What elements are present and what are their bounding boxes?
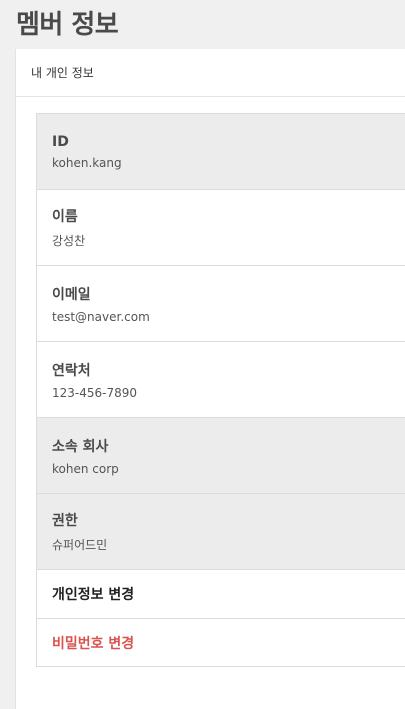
personal-info-panel: 내 개인 정보 ID kohen.kang 이름 강성찬 이메일 test@na… [15, 49, 405, 709]
info-label: 이름 [52, 209, 78, 225]
info-item-email: 이메일 test@naver.com [37, 266, 405, 342]
info-item-company: 소속 회사 kohen corp [37, 418, 405, 494]
change-password-button[interactable]: 비밀번호 변경 [37, 618, 405, 666]
info-label: 연락처 [52, 362, 91, 379]
info-label: 권한 [52, 513, 78, 529]
info-item-phone: 연락처 123-456-7890 [37, 342, 405, 418]
info-list: ID kohen.kang 이름 강성찬 이메일 test@naver.com … [36, 113, 405, 667]
edit-info-button[interactable]: 개인정보 변경 [37, 570, 405, 618]
info-label: 소속 회사 [52, 438, 109, 455]
info-item-id: ID kohen.kang [37, 114, 405, 190]
panel-header: 내 개인 정보 [16, 49, 405, 97]
info-label: 이메일 [52, 286, 91, 303]
info-value: 123-456-7890 [52, 385, 138, 400]
page-title: 멤버 정보 [16, 10, 119, 40]
info-value: 강성찬 [52, 234, 86, 248]
info-value: test@naver.com [52, 309, 150, 324]
info-label: ID [52, 133, 69, 150]
info-item-name: 이름 강성찬 [37, 190, 405, 266]
info-item-role: 권한 슈퍼어드민 [37, 494, 405, 570]
info-value: 슈퍼어드민 [52, 538, 108, 552]
info-value: kohen.kang [52, 155, 122, 170]
info-value: kohen corp [52, 461, 119, 476]
